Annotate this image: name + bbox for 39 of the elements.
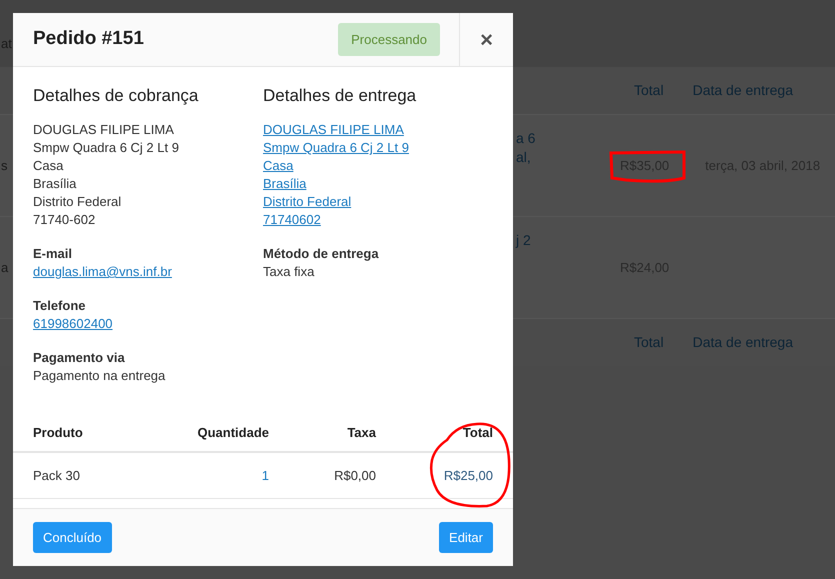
- edit-button[interactable]: Editar: [439, 522, 493, 553]
- column-header: Total: [634, 333, 664, 352]
- address-link[interactable]: Smpw Quadra 6 Cj 2 Lt 9: [263, 139, 409, 157]
- field-label: Pagamento via: [33, 349, 125, 367]
- field-value: Taxa fixa: [263, 263, 314, 281]
- field-label: Telefone: [33, 297, 86, 315]
- address-line: 71740-602: [33, 211, 96, 229]
- column-header: Taxa: [346, 424, 376, 442]
- close-button[interactable]: ×: [459, 13, 513, 66]
- dialog-title: Pedido #151: [33, 27, 144, 52]
- address-link[interactable]: 71740602: [263, 211, 321, 229]
- section-heading: Detalhes de cobrança: [33, 85, 200, 107]
- address-line: Smpw Quadra 6 Cj 2 Lt 9: [33, 139, 179, 157]
- address-line: Distrito Federal: [33, 193, 122, 211]
- address-line: DOUGLAS FILIPE LIMA: [33, 121, 174, 139]
- table-cell-text: 1: [260, 466, 269, 485]
- status-badge: Processando: [338, 22, 440, 56]
- address-line: Casa: [33, 157, 64, 175]
- done-button[interactable]: Concluído: [33, 522, 112, 553]
- table-cell-text: Pack 30: [33, 466, 81, 485]
- field-link[interactable]: douglas.lima@vns.inf.br: [33, 263, 172, 281]
- address-link[interactable]: DOUGLAS FILIPE LIMA: [263, 121, 404, 139]
- address-link[interactable]: Brasília: [263, 175, 306, 193]
- field-value: Pagamento na entrega: [33, 367, 166, 385]
- column-header: Produto: [33, 424, 84, 442]
- field-link[interactable]: 61998602400: [33, 315, 113, 333]
- table-cell-text: R$0,00: [333, 466, 376, 485]
- field-label: E-mail: [33, 245, 72, 263]
- column-header: Data de entrega: [692, 81, 793, 100]
- address-line: Brasília: [33, 175, 76, 193]
- column-header: Quantidade: [196, 424, 269, 442]
- address-link[interactable]: Distrito Federal: [263, 193, 352, 211]
- section-heading: Detalhes de entrega: [263, 85, 418, 107]
- column-header: Data de entrega: [692, 333, 793, 352]
- column-header: Total: [462, 424, 493, 442]
- column-header: Total: [634, 81, 664, 100]
- table-cell-text: R$25,00: [442, 466, 493, 485]
- field-label: Método de entrega: [263, 245, 379, 263]
- address-link[interactable]: Casa: [263, 157, 294, 175]
